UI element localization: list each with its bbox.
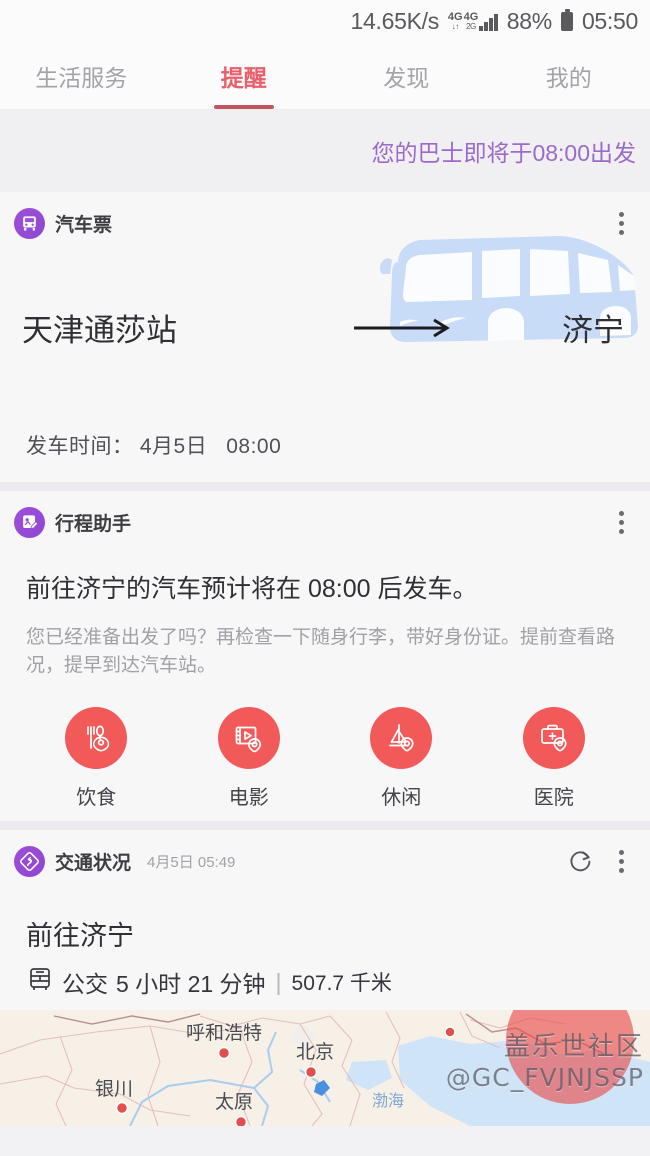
tab-discover[interactable]: 发现 (325, 42, 488, 109)
departure-label: 发车时间： (26, 435, 134, 458)
origin-station: 天津通莎站 (22, 313, 177, 348)
tab-mine[interactable]: 我的 (488, 42, 650, 109)
traffic-timestamp: 4月5日 05:49 (147, 853, 236, 871)
road-sign-icon (14, 845, 45, 877)
bus-ticket-card-header: 汽车票 (0, 192, 650, 240)
network-speed-text: 14.65K/s (350, 7, 440, 34)
destination-city: 济宁 (562, 313, 624, 348)
trip-assistant-icon (14, 506, 45, 538)
bus-side-icon (26, 965, 54, 999)
signal-sim1-icon: 4G ↓↑ (447, 10, 463, 31)
signal-bars-icon (479, 13, 498, 31)
traffic-status-card[interactable]: 交通状况 4月5日 05:49 前往济宁 公交 5 小时 21 分钟 | 507… (0, 830, 650, 1010)
sim1-network-label: 4G (447, 10, 463, 23)
watermark-community-name: 盖乐世社区 (503, 1032, 644, 1062)
bus-icon (14, 207, 45, 239)
shortcut-hospital[interactable]: 医院 (478, 706, 631, 810)
transport-mode: 公交 (62, 971, 108, 997)
arrow-right-icon (177, 318, 628, 338)
tab-life-services[interactable]: 生活服务 (0, 42, 163, 109)
map-city-yinchuan: 银川 (95, 1078, 133, 1100)
trip-duration: 5 小时 21 分钟 (116, 971, 266, 997)
watermark: 盖乐世社区 @GC_FVJNJSSP (446, 1026, 644, 1092)
assistant-body-text: 您已经准备出发了吗？再检查一下随身行李，带好身份证。提前查看路况，提早到达汽车站… (26, 626, 616, 677)
shortcut-movie[interactable]: 电影 (173, 706, 326, 810)
bus-ticket-card[interactable]: 汽车票 天津通莎站 济宁 发车时间： 4月5日 08:00 (0, 192, 650, 482)
traffic-card-header: 交通状况 4月5日 05:49 (0, 830, 650, 878)
traffic-destination: 前往济宁 (26, 921, 134, 951)
trip-assistant-app-name: 行程助手 (55, 513, 132, 535)
sim2-fallback-label: 2G (466, 21, 476, 31)
leisure-sailboat-pin-icon (370, 706, 433, 769)
map-city-huhehaote: 呼和浩特 (186, 1022, 262, 1044)
refresh-icon[interactable] (566, 844, 596, 878)
shortcut-movie-label: 电影 (228, 786, 269, 809)
trip-assistant-card[interactable]: 行程助手 前往济宁的汽车预计将在 08:00 后发车。 您已经准备出发了吗？再检… (0, 491, 650, 821)
watermark-user-id: @GC_FVJNJSSP (445, 1063, 644, 1092)
map-city-taiyuan: 太原 (215, 1091, 253, 1113)
sim1-data-arrows: ↓↑ (451, 21, 460, 31)
bus-ticket-app-name: 汽车票 (55, 214, 113, 236)
shortcut-hospital-label: 医院 (533, 786, 574, 809)
departure-banner: 您的巴士即将于08:00出发 (0, 110, 650, 192)
departure-time: 08:00 (226, 435, 282, 458)
shortcut-leisure[interactable]: 休闲 (325, 706, 478, 810)
hospital-pin-icon (522, 706, 585, 769)
status-bar: 14.65K/s 4G ↓↑ 4G 2G 88% 05:50 (0, 0, 650, 42)
signal-indicator-group: 4G ↓↑ 4G 2G (447, 10, 498, 31)
card-divider (0, 482, 650, 491)
traffic-summary-row: 公交 5 小时 21 分钟 | 507.7 千米 (0, 953, 650, 999)
shortcut-food-label: 饮食 (76, 786, 117, 809)
restaurant-pin-icon (65, 706, 128, 769)
trip-distance: 507.7 千米 (291, 972, 392, 995)
tab-bar: 生活服务 提醒 发现 我的 (0, 42, 650, 110)
route-row: 天津通莎站 济宁 (0, 305, 650, 350)
tab-reminders[interactable]: 提醒 (163, 42, 326, 109)
battery-icon (560, 8, 573, 31)
map-city-beijing: 北京 (296, 1041, 334, 1063)
assistant-headline: 前往济宁的汽车预计将在 08:00 后发车。 (26, 575, 478, 603)
departure-banner-text: 您的巴士即将于08:00出发 (371, 140, 636, 166)
card-divider (0, 821, 650, 830)
traffic-app-name: 交通状况 (55, 852, 132, 874)
movie-pin-icon (217, 706, 280, 769)
departure-time-row: 发车时间： 4月5日 08:00 (26, 430, 281, 460)
more-vertical-icon[interactable] (606, 844, 636, 878)
shortcut-leisure-label: 休闲 (381, 786, 422, 809)
shortcut-food[interactable]: 饮食 (20, 706, 173, 810)
trip-assistant-card-header: 行程助手 (0, 491, 650, 539)
signal-sim2-icon: 4G 2G (463, 10, 479, 31)
meta-separator: | (275, 968, 282, 995)
sim2-network-label: 4G (463, 10, 479, 23)
departure-date: 4月5日 (139, 435, 208, 458)
route-map[interactable]: 呼和浩特 北京 银川 太原 渤海 盖乐世社区 @GC_FVJNJSSP (0, 1010, 650, 1126)
map-sea-bohai: 渤海 (372, 1091, 404, 1110)
more-vertical-icon[interactable] (606, 505, 636, 539)
clock-text: 05:50 (581, 7, 638, 34)
battery-percent-text: 88% (506, 7, 552, 34)
shortcut-row: 饮食 电影 休闲 医院 (0, 681, 650, 810)
